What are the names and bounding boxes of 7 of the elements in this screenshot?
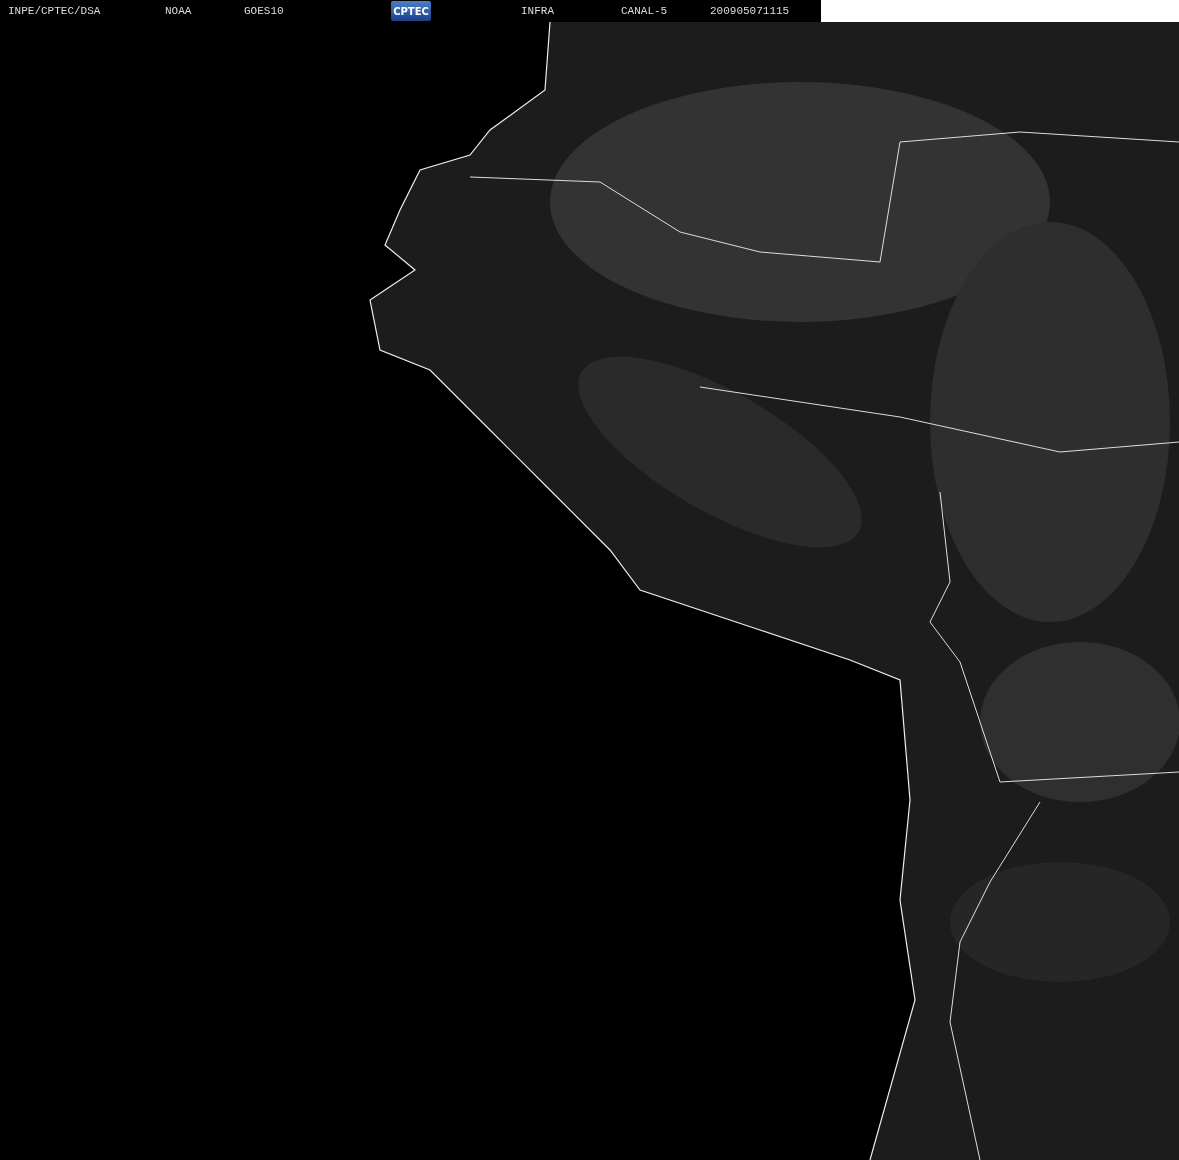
header-label: CANAL-5	[621, 5, 669, 17]
header-label: 200905071115	[710, 5, 791, 17]
header-label: INPE/CPTEC/DSA	[8, 5, 102, 17]
logo: CPTEC	[391, 1, 431, 21]
header-label: GOES10	[244, 5, 285, 17]
header-label: NOAA	[165, 5, 193, 17]
header-label: INFRA	[521, 5, 555, 17]
